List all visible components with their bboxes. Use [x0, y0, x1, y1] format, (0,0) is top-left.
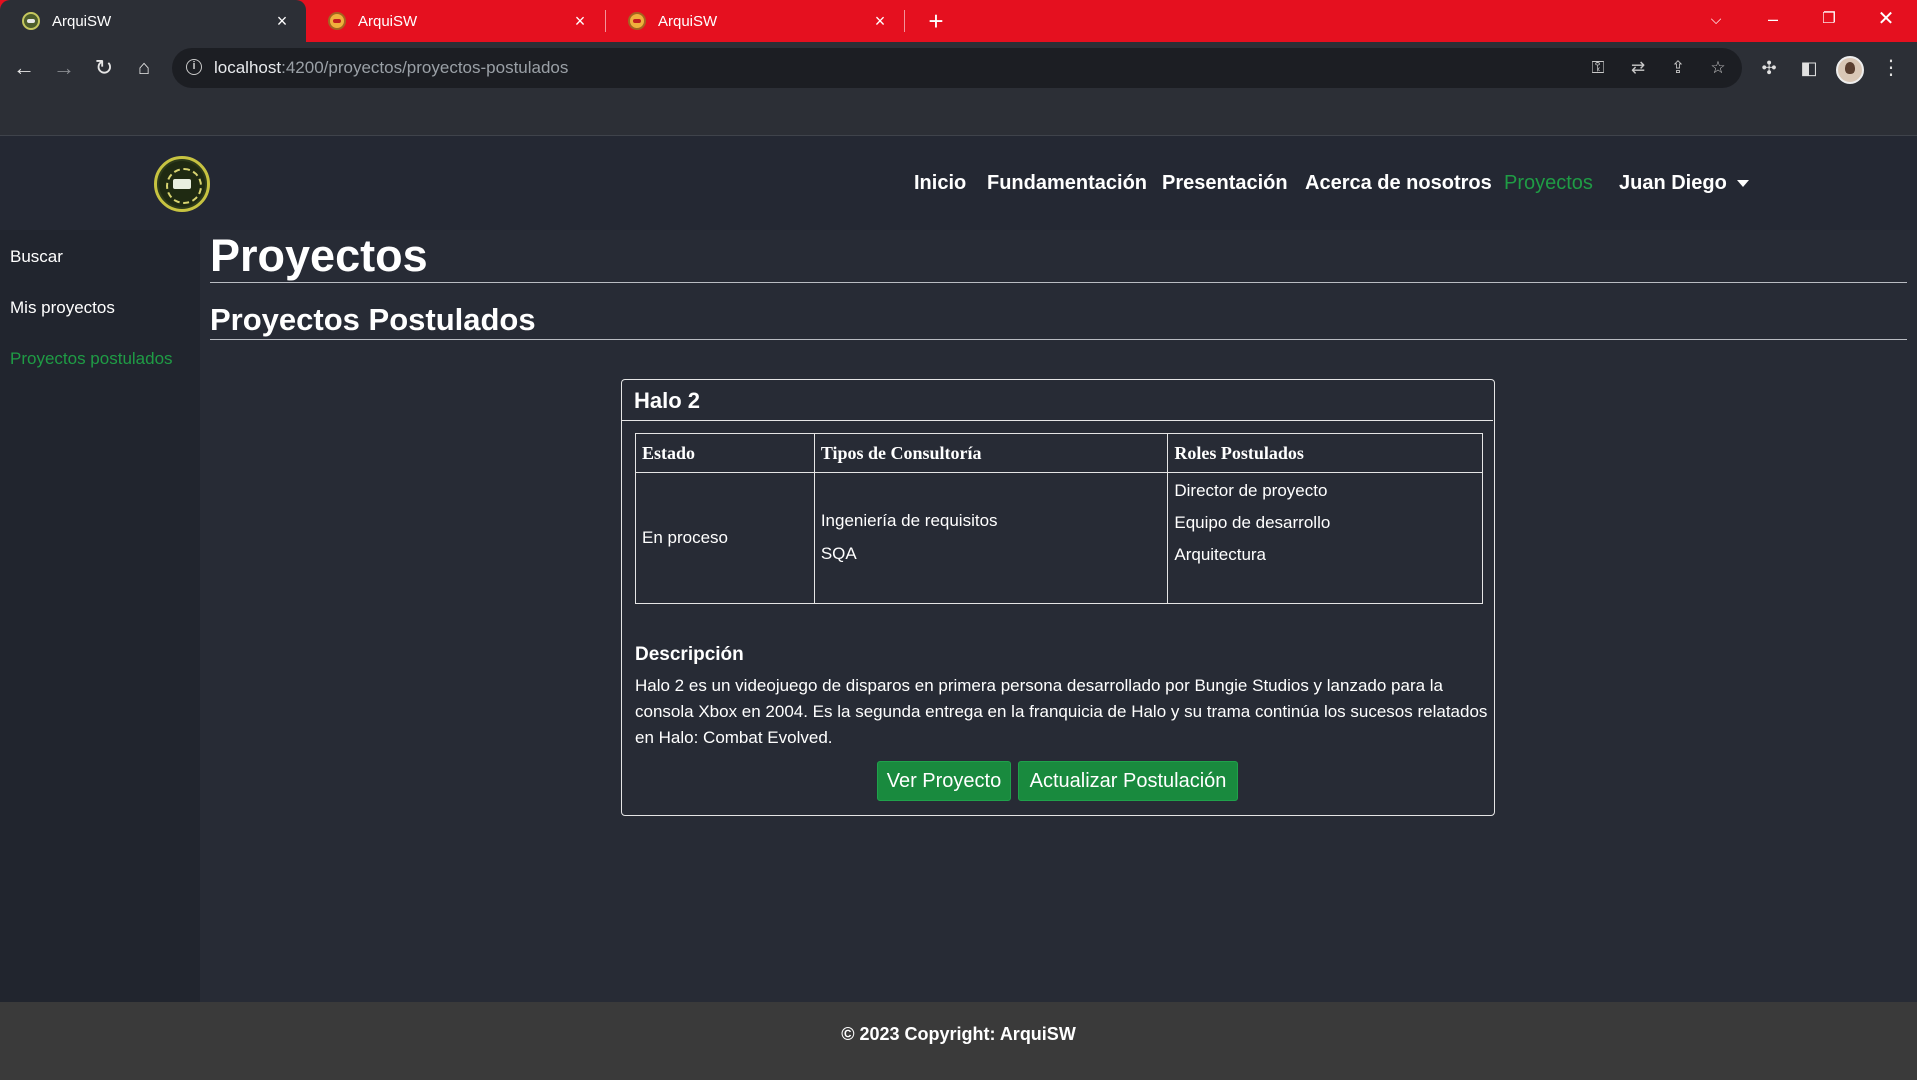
page-title: Proyectos — [210, 230, 428, 281]
rol-item: Equipo de desarrollo — [1174, 513, 1331, 532]
browser-tab-active[interactable]: ArquiSW × — [0, 0, 306, 42]
address-bar[interactable]: i localhost:4200/proyectos/proyectos-pos… — [172, 48, 1742, 88]
nav-item-fundamentacion[interactable]: Fundamentación — [987, 172, 1147, 195]
table-row: En proceso Ingeniería de requisitos SQA … — [635, 472, 1483, 604]
close-window-icon[interactable]: ✕ — [1858, 0, 1914, 38]
project-info-table: Estado Tipos de Consultoría Roles Postul… — [635, 433, 1483, 604]
profile-avatar[interactable] — [1836, 56, 1864, 84]
favicon-icon — [22, 12, 40, 30]
tab-title: ArquiSW — [658, 12, 718, 30]
tab-search-chevron-icon[interactable]: ⌵ — [1688, 0, 1744, 38]
roles-cell: Director de proyecto Equipo de desarroll… — [1167, 472, 1483, 604]
sidebar-item-buscar[interactable]: Buscar — [10, 247, 63, 267]
rol-item: Director de proyecto — [1174, 481, 1328, 500]
nav-item-proyectos[interactable]: Proyectos — [1504, 172, 1593, 195]
browser-menu-icon[interactable]: ⋮ — [1877, 54, 1905, 82]
tab-separator — [904, 10, 905, 32]
column-header-tipos: Tipos de Consultoría — [813, 433, 1169, 473]
user-menu-dropdown[interactable]: Juan Diego — [1619, 172, 1749, 195]
estado-cell: En proceso — [635, 472, 815, 604]
tab-title: ArquiSW — [52, 12, 112, 30]
extensions-puzzle-icon[interactable]: ✣ — [1755, 54, 1783, 82]
user-name: Juan Diego — [1619, 172, 1727, 194]
nav-item-inicio[interactable]: Inicio — [914, 172, 966, 195]
share-icon[interactable]: ⇪ — [1666, 56, 1690, 80]
title-divider — [210, 282, 1907, 283]
column-header-roles: Roles Postulados — [1167, 433, 1483, 473]
tipo-item: SQA — [820, 543, 857, 563]
project-name: Halo 2 — [634, 388, 701, 413]
key-icon[interactable]: ⚿ — [1586, 56, 1610, 80]
caret-down-icon — [1736, 180, 1749, 188]
bookmark-star-icon[interactable]: ☆ — [1706, 56, 1730, 80]
browser-tab[interactable]: ArquiSW × — [306, 0, 604, 42]
favicon-icon — [328, 12, 346, 30]
card-header-divider — [622, 420, 1493, 421]
project-card: Halo 2 Estado Tipos de Consultoría Roles… — [621, 379, 1495, 816]
back-arrow-icon[interactable]: ← — [8, 52, 40, 84]
tab-title: ArquiSW — [358, 12, 418, 30]
close-tab-icon[interactable]: × — [570, 11, 590, 32]
column-header-estado: Estado — [635, 433, 815, 473]
tipo-item: Ingeniería de requisitos — [820, 510, 998, 530]
main-navigation: Inicio Fundamentación Presentación Acerc… — [0, 136, 1917, 230]
ver-proyecto-button[interactable]: Ver Proyecto — [877, 761, 1011, 801]
description-text: Halo 2 es un videojuego de disparos en p… — [635, 676, 1488, 747]
site-navbar: Inicio Fundamentación Presentación Acerc… — [0, 136, 1917, 230]
browser-tab-strip: ArquiSW × ArquiSW × ArquiSW × + ⌵ – ❐ ✕ — [0, 0, 1917, 42]
nav-item-presentacion[interactable]: Presentación — [1162, 172, 1288, 195]
main-content: Proyectos Proyectos Postulados Halo 2 Es… — [200, 230, 1917, 1002]
new-tab-plus-icon[interactable]: + — [920, 6, 952, 36]
close-tab-icon[interactable]: × — [870, 11, 890, 32]
browser-tab[interactable]: ArquiSW × — [606, 0, 904, 42]
minimize-icon[interactable]: – — [1745, 0, 1801, 38]
translate-icon[interactable]: ⇄ — [1626, 56, 1650, 80]
table-header-row: Estado Tipos de Consultoría Roles Postul… — [635, 433, 1483, 473]
tipos-cell: Ingeniería de requisitos SQA — [813, 472, 1169, 604]
copyright-text: © 2023 Copyright: ArquiSW — [841, 1024, 1076, 1044]
section-divider — [210, 339, 1907, 340]
url-text[interactable]: localhost:4200/proyectos/proyectos-postu… — [214, 58, 568, 78]
side-panel-icon[interactable]: ◧ — [1795, 54, 1823, 82]
sidebar-item-mis-proyectos[interactable]: Mis proyectos — [10, 298, 115, 318]
reload-icon[interactable]: ↻ — [88, 52, 120, 84]
favicon-icon — [628, 12, 646, 30]
restore-icon[interactable]: ❐ — [1801, 0, 1857, 38]
sidebar: Buscar Mis proyectos Proyectos postulado… — [0, 230, 200, 1002]
close-tab-icon[interactable]: × — [272, 11, 292, 32]
sidebar-item-proyectos-postulados[interactable]: Proyectos postulados — [10, 349, 173, 369]
forward-arrow-icon[interactable]: → — [48, 52, 80, 84]
section-title: Proyectos Postulados — [210, 302, 536, 337]
actualizar-postulacion-button[interactable]: Actualizar Postulación — [1018, 761, 1238, 801]
bookmarks-bar — [0, 94, 1917, 136]
home-icon[interactable]: ⌂ — [128, 52, 160, 84]
site-info-icon[interactable]: i — [186, 59, 202, 75]
rol-item: Arquitectura — [1174, 545, 1267, 564]
description-heading: Descripción — [635, 644, 744, 665]
nav-item-acerca-de-nosotros[interactable]: Acerca de nosotros — [1305, 172, 1492, 195]
footer: © 2023 Copyright: ArquiSW — [0, 1002, 1917, 1080]
browser-toolbar: ← → ↻ ⌂ i localhost:4200/proyectos/proye… — [0, 42, 1917, 94]
